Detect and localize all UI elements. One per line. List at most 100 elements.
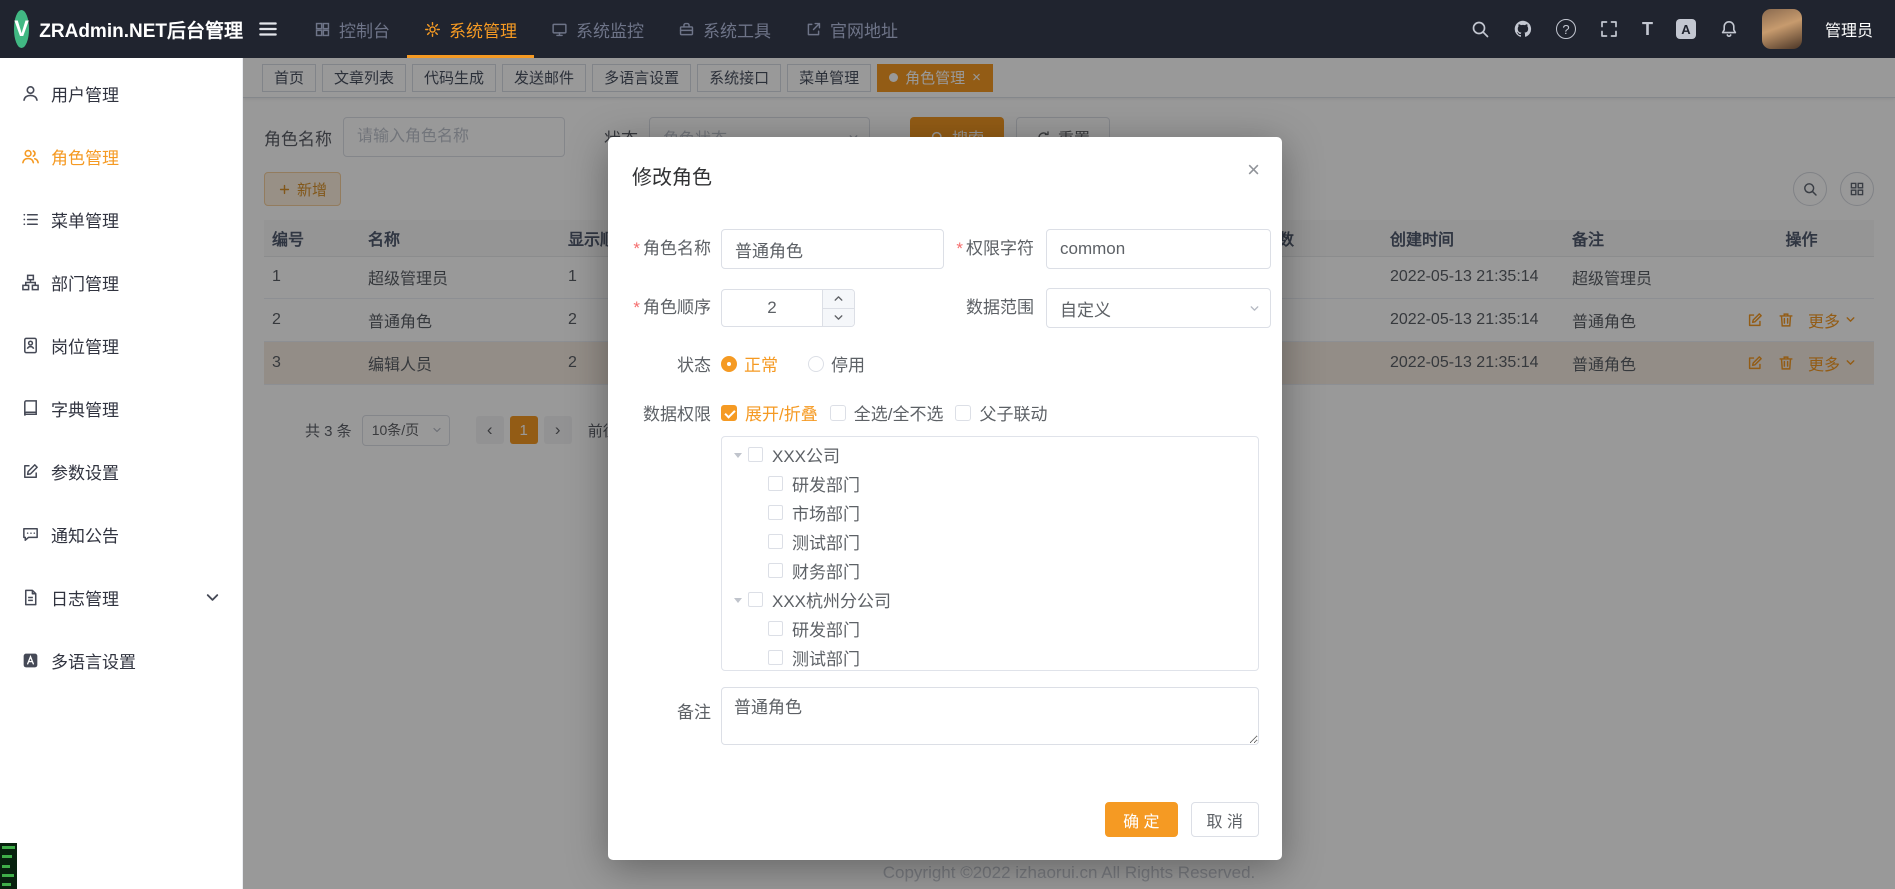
sidebar-item-label: 菜单管理 (51, 207, 119, 232)
required-mark: * (633, 239, 640, 258)
nav-item-console[interactable]: 控制台 (297, 0, 407, 58)
tree-checkbox[interactable] (748, 592, 763, 607)
top-nav: 控制台 系统管理 系统监控 系统工具 官网地址 (297, 0, 915, 58)
sidebar-item-role-management[interactable]: 角色管理 (0, 125, 242, 188)
nav-label: 系统监控 (576, 17, 644, 42)
sidebar: 用户管理 角色管理 菜单管理 部门管理 岗位管理 字典管理 参数设置 通知公告 … (0, 58, 243, 889)
perm-char-label: *权限字符 (944, 229, 1046, 269)
nav-label: 系统管理 (449, 17, 517, 42)
confirm-button[interactable]: 确 定 (1105, 802, 1177, 837)
tree-node-branch-company[interactable]: XXX杭州分公司 (722, 585, 1258, 614)
sidebar-item-dictionary-management[interactable]: 字典管理 (0, 377, 242, 440)
checkbox-box (721, 405, 737, 421)
tree-checkbox[interactable] (768, 650, 783, 665)
close-icon[interactable]: × (1247, 159, 1260, 181)
status-label: 状态 (608, 351, 721, 376)
nav-label: 系统工具 (703, 17, 771, 42)
sidebar-item-label: 用户管理 (51, 81, 119, 106)
tree-checkbox[interactable] (768, 505, 783, 520)
sidebar-item-menu-management[interactable]: 菜单管理 (0, 188, 242, 251)
nav-item-system-monitor[interactable]: 系统监控 (534, 0, 661, 58)
tree-node-department[interactable]: 研发部门 (722, 614, 1258, 643)
nav-item-system-management[interactable]: 系统管理 (407, 0, 534, 58)
tree-checkbox[interactable] (768, 563, 783, 578)
tree-expand-icon[interactable] (728, 596, 748, 603)
sidebar-item-user-management[interactable]: 用户管理 (0, 62, 242, 125)
sidebar-collapse-button[interactable] (257, 18, 279, 40)
language-icon[interactable]: A (1676, 19, 1696, 39)
github-icon[interactable] (1513, 19, 1533, 39)
remark-textarea[interactable]: 普通角色 (721, 687, 1259, 745)
sidebar-item-label: 参数设置 (51, 459, 119, 484)
edit-icon (21, 462, 40, 481)
radio-label: 停用 (831, 351, 865, 376)
nav-item-official-site[interactable]: 官网地址 (788, 0, 915, 58)
role-name-input[interactable] (721, 229, 944, 269)
checkbox-label: 展开/折叠 (745, 400, 818, 425)
nav-item-system-tools[interactable]: 系统工具 (661, 0, 788, 58)
stepper-value: 2 (722, 290, 822, 326)
parent-child-link-checkbox[interactable]: 父子联动 (955, 400, 1047, 425)
perf-monitor-widget (0, 843, 17, 889)
tree-expand-icon[interactable] (728, 451, 748, 458)
chevron-down-icon (203, 588, 222, 607)
tree-node-department[interactable]: 市场部门 (722, 498, 1258, 527)
data-scope-select[interactable]: 自定义 (1046, 288, 1271, 328)
fullscreen-icon[interactable] (1599, 19, 1619, 39)
help-icon[interactable]: ? (1556, 19, 1576, 39)
checkbox-label: 全选/全不选 (854, 400, 944, 425)
user-name[interactable]: 管理员 (1825, 17, 1873, 41)
select-value: 自定义 (1060, 296, 1111, 321)
select-all-checkbox[interactable]: 全选/全不选 (830, 400, 944, 425)
sidebar-item-post-management[interactable]: 岗位管理 (0, 314, 242, 377)
sidebar-item-department-management[interactable]: 部门管理 (0, 251, 242, 314)
stepper-controls (822, 290, 854, 326)
tree-node-department[interactable]: 研发部门 (722, 469, 1258, 498)
tree-node-label: XXX公司 (772, 442, 840, 467)
tree-checkbox[interactable] (768, 534, 783, 549)
nav-label: 官网地址 (830, 17, 898, 42)
tree-checkbox[interactable] (768, 621, 783, 636)
field-label: 权限字符 (966, 239, 1034, 258)
search-icon[interactable] (1470, 19, 1490, 39)
field-label: 数据权限 (643, 405, 711, 424)
toolbox-icon (678, 21, 695, 38)
tree-node-company[interactable]: XXX公司 (722, 440, 1258, 469)
avatar[interactable] (1762, 9, 1802, 49)
required-mark: * (633, 298, 640, 317)
tree-node-department[interactable]: 测试部门 (722, 643, 1258, 671)
org-tree-icon (21, 273, 40, 292)
chevron-down-icon (1248, 302, 1261, 315)
sidebar-item-label: 通知公告 (51, 522, 119, 547)
sidebar-item-log-management[interactable]: 日志管理 (0, 566, 242, 629)
stepper-down-button[interactable] (823, 309, 854, 327)
book-icon (21, 399, 40, 418)
cancel-button[interactable]: 取 消 (1191, 802, 1259, 837)
stepper-up-button[interactable] (823, 290, 854, 309)
font-size-icon[interactable]: T (1642, 20, 1653, 38)
tree-checkbox[interactable] (748, 447, 763, 462)
field-label: 状态 (677, 356, 711, 375)
expand-collapse-checkbox[interactable]: 展开/折叠 (721, 400, 818, 425)
role-order-stepper[interactable]: 2 (721, 289, 855, 327)
app-title: ZRAdmin.NET后台管理 (39, 16, 243, 43)
checkbox-box (830, 405, 846, 421)
field-label: 角色顺序 (643, 298, 711, 317)
bell-icon[interactable] (1719, 19, 1739, 39)
tree-checkbox[interactable] (768, 476, 783, 491)
tree-node-department[interactable]: 测试部门 (722, 527, 1258, 556)
tree-node-label: 测试部门 (792, 645, 860, 670)
tree-node-department[interactable]: 财务部门 (722, 556, 1258, 585)
chat-icon (21, 525, 40, 544)
sidebar-item-parameter-settings[interactable]: 参数设置 (0, 440, 242, 503)
perm-char-input[interactable] (1046, 229, 1271, 269)
dialog-footer: 确 定 取 消 (1105, 802, 1259, 837)
monitor-icon (551, 21, 568, 38)
status-radio-disabled[interactable]: 停用 (808, 351, 865, 376)
edit-role-form: *角色名称 *权限字符 *角色顺序 2 数据范围 自定义 (608, 229, 1282, 764)
status-radio-normal[interactable]: 正常 (721, 351, 778, 376)
sidebar-item-notice-announcement[interactable]: 通知公告 (0, 503, 242, 566)
sidebar-item-multilanguage-settings[interactable]: 多语言设置 (0, 629, 242, 692)
tree-node-label: 研发部门 (792, 616, 860, 641)
sidebar-item-label: 日志管理 (51, 585, 119, 610)
